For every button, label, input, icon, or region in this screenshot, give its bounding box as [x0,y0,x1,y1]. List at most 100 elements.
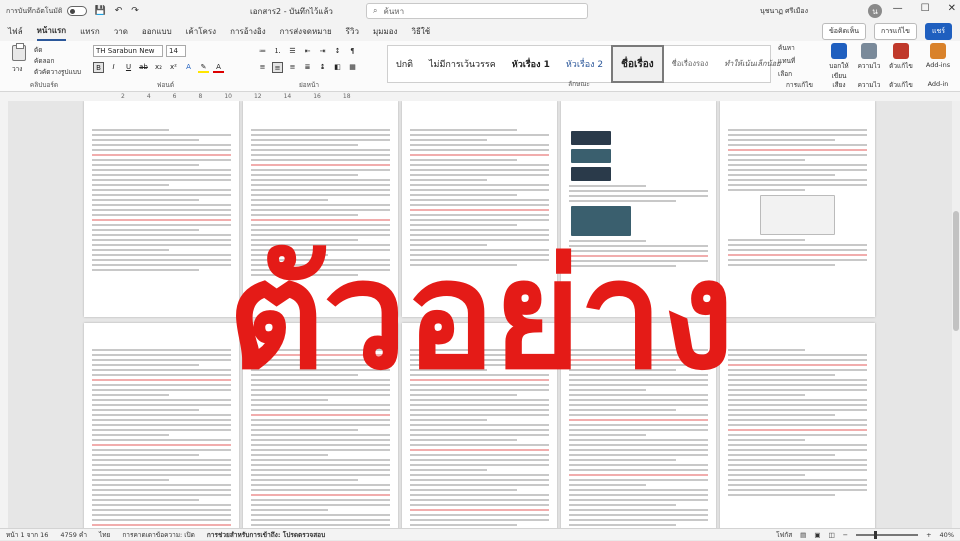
minimize-icon[interactable]: — [893,3,903,14]
word-count[interactable]: 4759 คำ [60,530,87,540]
zoom-out-icon[interactable]: − [843,531,848,539]
scrollbar-thumb[interactable] [953,211,959,331]
select-button[interactable]: เลือก [778,69,818,79]
clipboard-group: วาง ตัด คัดลอก ตัวคัดวางรูปแบบ คลิปบอร์ด [0,41,88,92]
underline-icon[interactable]: U [123,62,134,73]
style-title[interactable]: ชื่อเรื่อง [611,45,664,83]
print-layout-icon[interactable]: ▣ [814,531,820,539]
tab-layout[interactable]: เค้าโครง [186,23,216,40]
accessibility-status[interactable]: การช่วยสำหรับการเข้าถึง: โปรดตรวจสอบ [207,530,325,540]
tab-help[interactable]: วิธีใช้ [411,23,430,40]
page-9[interactable] [561,323,716,528]
zoom-slider[interactable] [856,531,919,539]
page-8[interactable] [402,323,557,528]
subscript-icon[interactable]: x₂ [153,62,164,73]
page-5[interactable] [720,101,875,317]
editing-mode-button[interactable]: การแก้ไข [873,23,917,40]
save-icon[interactable]: 💾 [92,6,107,16]
vertical-scrollbar[interactable] [952,101,960,528]
style-no-spacing[interactable]: ไม่มีการเว้นวรรค [421,45,504,83]
justify-icon[interactable]: ≣ [302,62,313,73]
sensitivity-button[interactable]: ความไว [856,61,882,71]
tab-review[interactable]: รีวิว [346,23,359,40]
text-predictions[interactable]: การคาดเดาข้อความ: เปิด [122,530,195,540]
zoom-level[interactable]: 40% [940,531,954,539]
document-canvas[interactable]: ตัวอย่าง [0,101,960,528]
microphone-icon[interactable] [831,43,847,59]
redo-icon[interactable]: ↷ [129,6,141,16]
tab-mailings[interactable]: การส่งจดหมาย [280,23,332,40]
sensitivity-label: ความไว [857,81,881,89]
web-layout-icon[interactable]: ◫ [828,531,834,539]
style-heading-1[interactable]: หัวเรื่อง 1 [504,45,558,83]
style-subtitle[interactable]: ชื่อเรื่องรอง [664,45,717,83]
editor-button[interactable]: ตัวแก้ไข [886,61,916,71]
line-spacing-icon[interactable]: ↨ [317,62,328,73]
read-mode-icon[interactable]: ▤ [800,531,806,539]
editor-icon[interactable] [893,43,909,59]
tab-file[interactable]: ไฟล์ [8,23,23,40]
tab-references[interactable]: การอ้างอิง [230,23,266,40]
font-color-icon[interactable]: A [213,62,224,73]
align-left-icon[interactable]: ≡ [257,62,268,73]
tab-home[interactable]: หน้าแรก [36,22,67,41]
page-7[interactable] [243,323,398,528]
page-count[interactable]: หน้า 1 จาก 16 [6,530,48,540]
strikethrough-icon[interactable]: ab [138,62,149,73]
autosave-toggle[interactable] [67,6,88,16]
dictate-button[interactable]: บอกให้เขียน [826,61,852,81]
sensitivity-icon[interactable] [861,43,877,59]
multilevel-list-icon[interactable]: ☰ [287,46,298,57]
close-icon[interactable]: ✕ [948,3,956,14]
zoom-in-icon[interactable]: + [926,531,931,539]
addins-button[interactable]: Add-ins [920,61,956,69]
italic-icon[interactable]: I [108,62,119,73]
horizontal-ruler[interactable]: 2 4 6 8 10 12 14 16 18 [0,92,960,101]
cut-button[interactable]: ตัด [34,45,42,55]
page-6[interactable] [84,323,239,528]
page-4[interactable] [561,101,716,317]
superscript-icon[interactable]: x² [168,62,179,73]
numbering-icon[interactable]: ⒈ [272,46,283,57]
copy-button[interactable]: คัดลอก [34,56,54,66]
tab-design[interactable]: ออกแบบ [142,23,172,40]
bold-icon[interactable]: B [93,62,104,73]
sort-icon[interactable]: ↕ [332,46,343,57]
focus-button[interactable]: โฟกัส [776,530,792,540]
user-name[interactable]: นุชนาฏ ศรีเมือง [760,6,808,17]
style-normal[interactable]: ปกติ [388,45,421,83]
format-painter-button[interactable]: ตัวคัดวางรูปแบบ [34,67,81,77]
page-3[interactable] [402,101,557,317]
font-name-select[interactable]: TH Sarabun New [93,45,163,57]
text-effects-icon[interactable]: A [183,62,194,73]
highlight-icon[interactable]: ✎ [198,62,209,73]
borders-icon[interactable]: ▦ [347,62,358,73]
tab-draw[interactable]: วาด [114,23,128,40]
tab-view[interactable]: มุมมอง [373,23,398,40]
replace-button[interactable]: แทนที่ [778,56,818,66]
bullets-icon[interactable]: ≔ [257,46,268,57]
font-size-select[interactable]: 14 [166,45,186,57]
style-heading-2[interactable]: หัวเรื่อง 2 [558,45,611,83]
decrease-indent-icon[interactable]: ⇤ [302,46,313,57]
shading-icon[interactable]: ◧ [332,62,343,73]
paste-button[interactable]: วาง [12,64,22,74]
align-center-icon[interactable]: ≡ [272,62,283,73]
tab-insert[interactable]: แทรก [80,23,100,40]
share-button[interactable]: แชร์ [924,23,952,40]
comments-button[interactable]: ข้อคิดเห็น [821,23,866,40]
search-input[interactable]: ⌕ ค้นหา [366,3,588,19]
avatar[interactable]: น [868,4,882,18]
increase-indent-icon[interactable]: ⇥ [317,46,328,57]
find-button[interactable]: ค้นหา [778,43,818,53]
undo-icon[interactable]: ↶ [113,6,125,16]
page-1[interactable] [84,101,239,317]
language[interactable]: ไทย [99,530,110,540]
align-right-icon[interactable]: ≡ [287,62,298,73]
paste-icon[interactable] [12,43,26,61]
pilcrow-icon[interactable]: ¶ [347,46,358,57]
page-2[interactable] [243,101,398,317]
maximize-icon[interactable]: ☐ [921,3,930,14]
page-10[interactable] [720,323,875,528]
addins-icon[interactable] [930,43,946,59]
